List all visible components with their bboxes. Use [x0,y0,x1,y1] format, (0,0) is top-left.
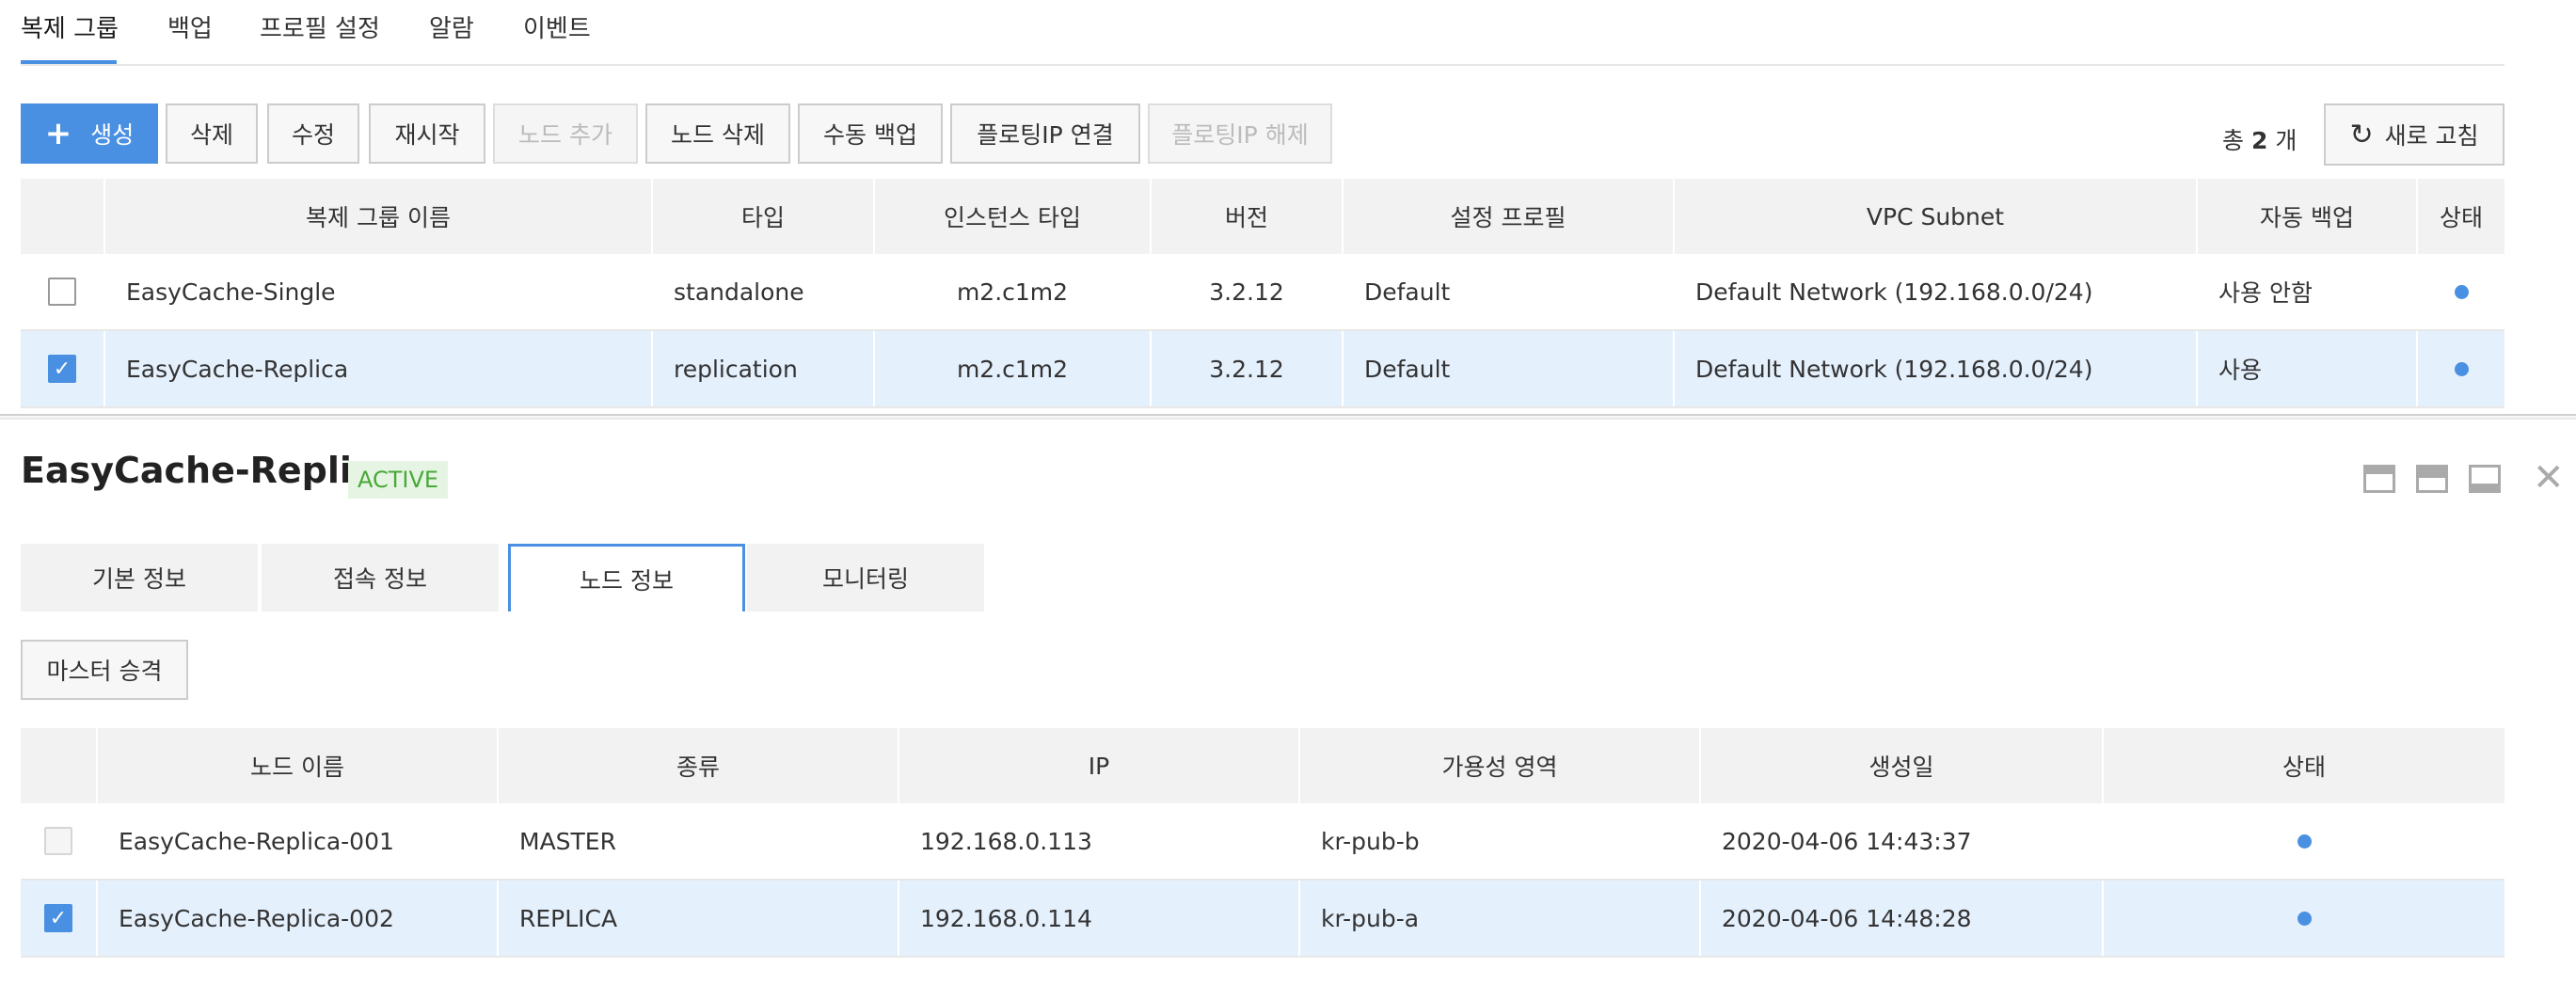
status-dot [2454,361,2469,376]
status-dot [2297,833,2312,849]
status-dot [2454,284,2469,299]
header-zone[interactable]: 가용성 영역 [1300,728,1699,803]
node-zone: kr-pub-b [1321,827,1420,855]
panel-bottom-icon[interactable] [2469,465,2501,493]
header-node-name[interactable]: 노드 이름 [98,728,497,803]
floating-ip-disconnect-button[interactable]: 플로팅IP 해제 [1148,103,1332,164]
tab-profile-settings[interactable]: 프로필 설정 [260,9,380,64]
table-row[interactable]: EasyCache-Replica-001 MASTER 192.168.0.1… [21,803,2504,879]
tab-node-info[interactable]: 노드 정보 [508,544,745,611]
panel-splitter[interactable] [0,414,2576,420]
node-created: 2020-04-06 14:43:37 [1722,827,1972,855]
create-button-label: 생성 [90,121,135,149]
group-profile: Default [1364,355,1451,383]
refresh-button[interactable]: ↻ 새로 고침 [2324,103,2504,166]
group-type: replication [674,355,798,383]
row-checkbox[interactable]: ✓ [44,904,72,932]
promote-master-button[interactable]: 마스터 승격 [21,640,188,700]
group-subnet: Default Network (192.168.0.0/24) [1695,278,2093,306]
group-version: 3.2.12 [1209,278,1284,306]
group-subnet: Default Network (192.168.0.0/24) [1695,355,2093,383]
header-status[interactable]: 상태 [2418,179,2504,254]
header-group-name[interactable]: 복제 그룹 이름 [105,179,651,254]
status-badge: ACTIVE [348,461,449,499]
panel-top-icon[interactable] [2363,465,2395,493]
total-count: 총 2 개 [2222,122,2297,156]
group-name: EasyCache-Single [126,278,336,306]
table-row[interactable]: ✓ EasyCache-Replica-002 REPLICA 192.168.… [21,881,2504,956]
header-ip[interactable]: IP [899,728,1298,803]
create-button[interactable]: + 생성 [21,103,158,164]
tab-basic-info[interactable]: 기본 정보 [21,544,258,611]
header-type[interactable]: 타입 [653,179,873,254]
group-instance-type: m2.c1m2 [956,355,1069,383]
plus-icon: + [44,115,72,152]
group-name: EasyCache-Replica [126,355,349,383]
floating-ip-connect-button[interactable]: 플로팅IP 연결 [950,103,1140,164]
tab-replication-group[interactable]: 복제 그룹 [21,9,119,64]
tab-monitoring[interactable]: 모니터링 [747,544,984,611]
header-instance-type[interactable]: 인스턴스 타입 [875,179,1150,254]
header-profile[interactable]: 설정 프로필 [1344,179,1673,254]
node-kind: REPLICA [519,904,618,932]
add-node-button[interactable]: 노드 추가 [493,103,638,164]
tab-event[interactable]: 이벤트 [523,9,591,64]
group-version: 3.2.12 [1209,355,1284,383]
node-created: 2020-04-06 14:48:28 [1722,904,1972,932]
tab-backup[interactable]: 백업 [167,9,213,64]
row-checkbox[interactable] [48,278,76,306]
row-checkbox[interactable]: ✓ [48,355,76,383]
top-tab-bar: 복제 그룹 백업 프로필 설정 알람 이벤트 [21,0,2504,66]
total-prefix: 총 [2222,127,2245,154]
node-name: EasyCache-Replica-001 [119,827,394,855]
table-row[interactable]: ✓ EasyCache-Replica replication m2.c1m2 … [21,331,2504,406]
node-name: EasyCache-Replica-002 [119,904,394,932]
table-header-row: 복제 그룹 이름 타입 인스턴스 타입 버전 설정 프로필 VPC Subnet… [21,179,2504,254]
delete-button[interactable]: 삭제 [166,103,258,164]
close-icon[interactable]: ✕ [2533,459,2565,497]
header-created[interactable]: 생성일 [1701,728,2102,803]
refresh-label: 새로 고침 [2384,122,2479,150]
tab-connection-info[interactable]: 접속 정보 [262,544,499,611]
node-zone: kr-pub-a [1321,904,1420,932]
tab-alarm[interactable]: 알람 [429,9,474,64]
header-vpc-subnet[interactable]: VPC Subnet [1675,179,2196,254]
panel-half-icon[interactable] [2416,465,2448,493]
header-kind[interactable]: 종류 [499,728,898,803]
group-auto-backup: 사용 [2218,357,2263,384]
manual-backup-button[interactable]: 수동 백업 [798,103,943,164]
header-version[interactable]: 버전 [1152,179,1342,254]
group-auto-backup: 사용 안함 [2218,279,2313,307]
group-profile: Default [1364,278,1451,306]
node-table: 노드 이름 종류 IP 가용성 영역 생성일 상태 EasyCache-Repl… [21,728,2504,958]
node-ip: 192.168.0.114 [920,904,1092,932]
detail-title: EasyCache-Replica [21,450,398,491]
table-row[interactable]: EasyCache-Single standalone m2.c1m2 3.2.… [21,254,2504,329]
node-ip: 192.168.0.113 [920,827,1092,855]
active-tab-indicator [21,60,117,64]
total-number: 2 [2250,127,2268,154]
table-header-row: 노드 이름 종류 IP 가용성 영역 생성일 상태 [21,728,2504,803]
header-auto-backup[interactable]: 자동 백업 [2198,179,2416,254]
node-kind: MASTER [519,827,616,855]
refresh-icon: ↻ [2349,118,2374,151]
total-suffix: 개 [2275,127,2298,154]
group-type: standalone [674,278,804,306]
header-node-status[interactable]: 상태 [2104,728,2504,803]
delete-node-button[interactable]: 노드 삭제 [645,103,790,164]
edit-button[interactable]: 수정 [267,103,359,164]
replication-group-table: 복제 그룹 이름 타입 인스턴스 타입 버전 설정 프로필 VPC Subnet… [21,179,2504,410]
row-checkbox[interactable] [44,827,72,855]
restart-button[interactable]: 재시작 [369,103,485,164]
group-instance-type: m2.c1m2 [956,278,1069,306]
status-dot [2297,911,2312,926]
